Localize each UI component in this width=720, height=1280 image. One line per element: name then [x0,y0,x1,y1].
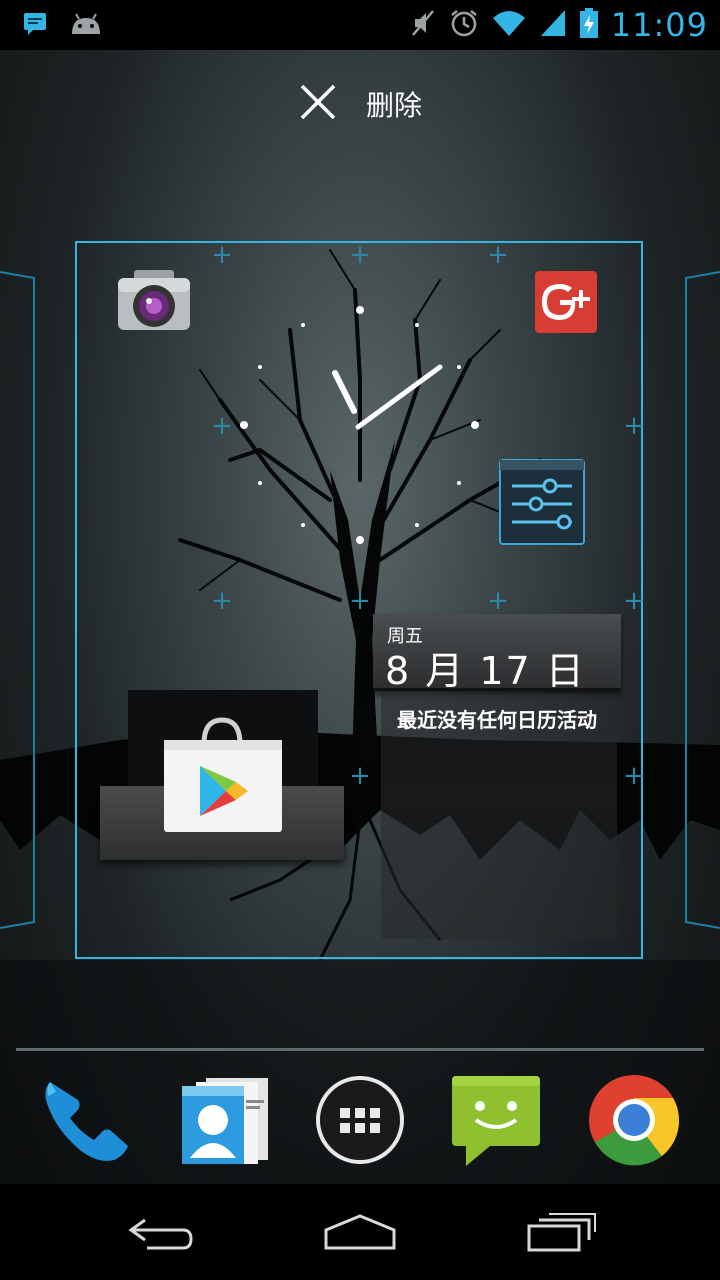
all-apps-icon[interactable] [312,1072,408,1168]
android-debug-icon [68,10,104,40]
calendar-header: 周五 8 月 17 日 [373,614,621,693]
contacts-icon[interactable] [176,1072,272,1168]
recents-icon[interactable] [512,1200,612,1264]
next-page-hint[interactable] [684,268,720,932]
analog-clock-widget[interactable] [230,295,490,555]
alarm-icon [449,8,479,42]
status-clock: 11:09 [610,6,708,44]
delete-drop-target[interactable]: 删除 [0,78,720,130]
chrome-icon[interactable] [586,1072,682,1168]
previous-page-hint[interactable] [0,268,36,932]
back-icon[interactable] [110,1200,210,1264]
delete-label: 删除 [365,89,422,122]
battery-charging-icon [579,7,599,43]
google-plus-icon[interactable] [535,271,597,337]
settings-icon[interactable] [498,458,586,550]
message-notification-icon [22,10,48,40]
clock-minute-hand [355,364,443,430]
calendar-date: 8 月 17 日 [385,649,586,693]
messaging-icon[interactable] [450,1072,546,1168]
dock-divider [16,1048,704,1051]
camera-icon[interactable] [116,266,192,340]
wifi-icon [491,8,527,42]
clock-hour-hand [332,370,357,414]
navigation-bar [0,1184,720,1280]
mute-icon [409,8,437,42]
signal-icon [539,8,567,42]
calendar-empty-text: 最近没有任何日历活动 [397,708,597,732]
phone-icon[interactable] [36,1072,132,1168]
calendar-widget[interactable]: 周五 8 月 17 日 最近没有任何日历活动 [373,614,623,939]
close-icon [298,82,338,126]
play-store-icon[interactable] [160,716,286,838]
status-bar: 11:09 [0,0,720,50]
home-icon[interactable] [310,1200,410,1264]
